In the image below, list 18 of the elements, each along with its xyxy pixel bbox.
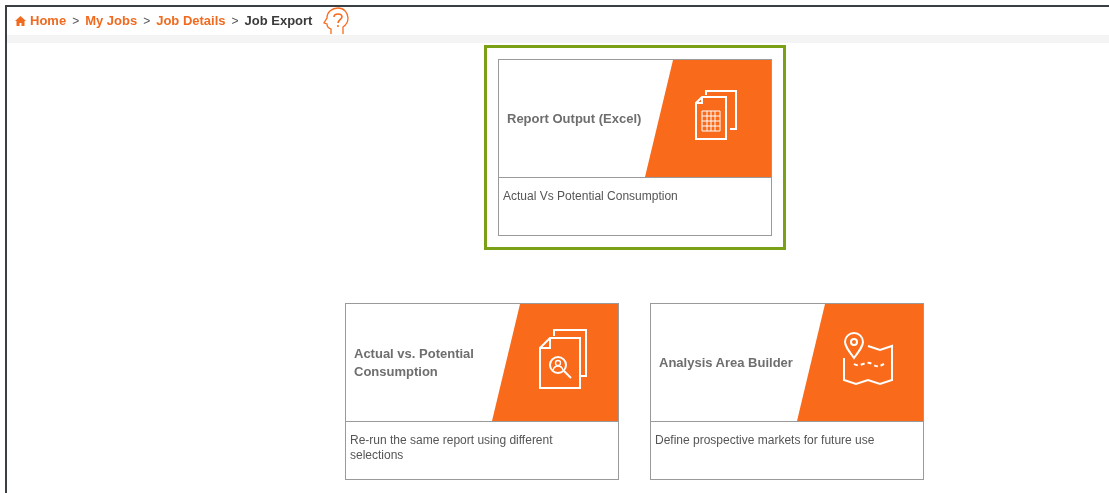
export-option-card[interactable]: Report Output (Excel) Actual Vs Potential Consumption [498,59,772,236]
export-option-card[interactable]: Actual vs. Potential Consumption Re-run the same report using different selections [345,303,619,480]
breadcrumb-separator: > [143,13,151,30]
help-icon[interactable] [322,6,351,36]
export-option-card[interactable]: Analysis Area Builder Define prospective markets for future use [650,303,924,480]
breadcrumb-current[interactable]: Job Export [244,11,313,31]
document-search-icon [536,328,590,390]
card-title: Actual vs. Potential Consumption [353,344,475,381]
breadcrumb-separator: > [231,13,239,30]
card-description: Actual Vs Potential Consumption [503,188,679,204]
card-description: Re-run the same report using different selections [350,432,554,463]
breadcrumb-separator: > [72,13,80,30]
spreadsheet-icon [692,89,740,141]
card-title: Report Output (Excel) [506,109,643,128]
home-icon [15,16,26,26]
card-title: Analysis Area Builder [658,353,794,372]
card-description: Define prospective markets for future use [655,432,876,448]
map-pin-icon [842,332,894,386]
